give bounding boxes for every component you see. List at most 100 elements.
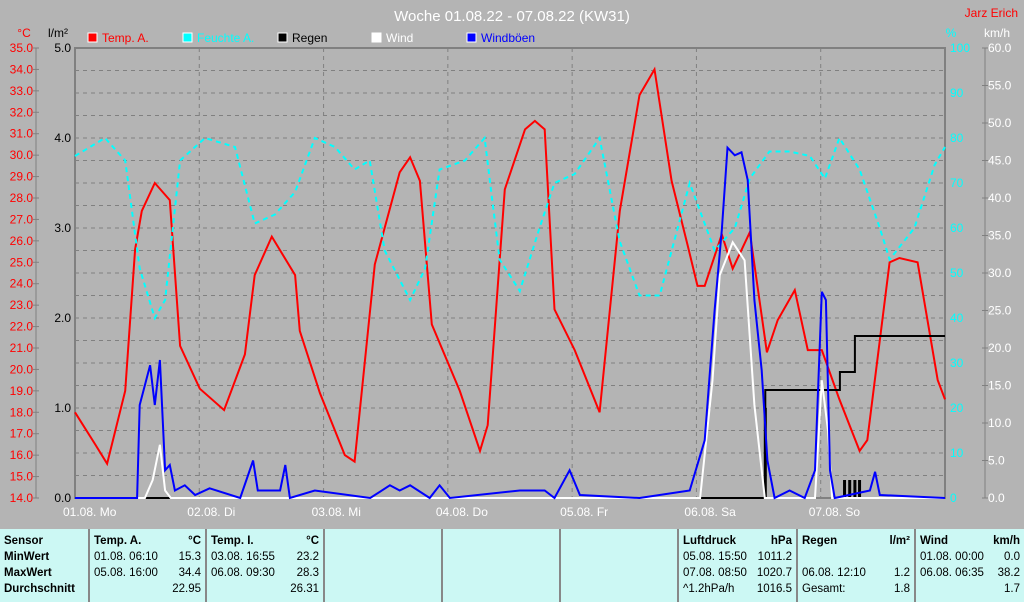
temp-tick-label: 18.0 (10, 405, 34, 419)
temp-tick-label: 30.0 (10, 148, 34, 162)
wind-tick-label: 40.0 (988, 191, 1012, 205)
pressure-unit: hPa (770, 535, 792, 547)
empty-column (323, 529, 441, 602)
wind-tick-label: 35.0 (988, 229, 1012, 243)
wind-tick-label: 30.0 (988, 266, 1012, 280)
pressure-trend: ^1.2hPa/h (683, 583, 735, 595)
humidity-tick-label: 50 (950, 266, 964, 280)
rain-tick-label: 5.0 (54, 41, 71, 55)
rain-tick-label: 4.0 (54, 131, 71, 145)
chart-title: Woche 01.08.22 - 07.08.22 (KW31) (394, 8, 630, 25)
temp-tick-label: 34.0 (10, 62, 34, 76)
x-tick-label: 06.08. Sa (684, 505, 736, 519)
pressure-avg: 1016.5 (756, 583, 792, 595)
temp-i-min-time: 03.08. 16:55 (211, 551, 275, 563)
wind-unit: km/h (993, 535, 1020, 547)
legend-swatch (87, 32, 98, 43)
rain-total-label: Gesamt: (802, 583, 846, 595)
temp-i-min: 23.2 (296, 551, 319, 563)
humidity-tick-label: 80 (950, 131, 964, 145)
wind-tick-label: 5.0 (988, 454, 1005, 468)
wind-tick-label: 15.0 (988, 379, 1012, 393)
humidity-axis-label: % (946, 26, 957, 40)
temp-a-min-time: 01.08. 06:10 (94, 551, 158, 563)
wind-min-time: 01.08. 00:00 (920, 551, 984, 563)
wind-tick-label: 20.0 (988, 341, 1012, 355)
legend-swatch (277, 32, 288, 43)
temp-i-max: 28.3 (296, 567, 319, 579)
temp-tick-label: 15.0 (10, 470, 34, 484)
rain-total: 1.8 (894, 583, 910, 595)
temp-tick-label: 28.0 (10, 191, 34, 205)
rain-column: Regen l/m² 06.08. 12:10 1.2 Gesamt: 1.8 (796, 529, 914, 602)
temp-a-header: Temp. A. (94, 535, 142, 547)
pressure-min: 1011.2 (757, 551, 792, 563)
x-tick-label: 04.08. Do (436, 505, 488, 519)
pressure-max-time: 07.08. 08:50 (683, 567, 747, 579)
max-label: MaxWert (4, 567, 52, 579)
legend-label: Windböen (481, 31, 535, 45)
temp-a-max: 34.4 (178, 567, 201, 579)
temp-i-max-time: 06.08. 09:30 (211, 567, 275, 579)
temp-a-unit: °C (188, 535, 201, 547)
temp-tick-label: 33.0 (10, 84, 34, 98)
pressure-header: Luftdruck (683, 535, 737, 547)
empty-column (441, 529, 559, 602)
temp-i-unit: °C (306, 535, 319, 547)
sensor-column: Sensor MinWert MaxWert Durchschnitt (0, 529, 88, 602)
temp-a-min: 15.3 (178, 551, 201, 563)
humidity-tick-label: 70 (950, 176, 964, 190)
sensor-header: Sensor (4, 535, 43, 547)
wind-axis-label: km/h (984, 26, 1010, 40)
temp-i-column: Temp. I. °C 03.08. 16:55 23.2 06.08. 09:30… (205, 529, 323, 602)
wind-tick-label: 0.0 (988, 491, 1005, 505)
avg-label: Durchschnitt (4, 583, 75, 595)
rain-tick-label: 0.0 (54, 491, 71, 505)
pressure-column: Luftdruck hPa 05.08. 15:50 1011.2 07.08. 0… (677, 529, 796, 602)
wind-max-time: 06.08. 06:35 (920, 567, 984, 579)
humidity-tick-label: 10 (950, 446, 964, 460)
temp-tick-label: 16.0 (10, 448, 34, 462)
temp-i-header: Temp. I. (211, 535, 254, 547)
humidity-tick-label: 20 (950, 401, 964, 415)
wind-tick-label: 50.0 (988, 116, 1012, 130)
temp-tick-label: 31.0 (10, 127, 34, 141)
wind-min: 0.0 (1004, 551, 1020, 563)
rain-max-time: 06.08. 12:10 (802, 567, 866, 579)
x-tick-label: 05.08. Fr (560, 505, 608, 519)
wind-tick-label: 25.0 (988, 304, 1012, 318)
humidity-tick-label: 0 (950, 491, 957, 505)
rain-tick-label: 2.0 (54, 311, 71, 325)
rain-max: 1.2 (894, 567, 910, 579)
temp-tick-label: 17.0 (10, 427, 34, 441)
pressure-max: 1020.7 (756, 567, 792, 579)
series-line-temp-a (74, 66, 946, 467)
humidity-tick-label: 60 (950, 221, 964, 235)
legend-label: Regen (292, 31, 327, 45)
humidity-tick-label: 100 (950, 41, 970, 55)
rain-tick-label: 1.0 (54, 401, 71, 415)
x-tick-label: 03.08. Mi (312, 505, 361, 519)
temp-tick-label: 20.0 (10, 362, 34, 376)
temp-tick-label: 21.0 (10, 341, 34, 355)
series-line-windböen (75, 145, 946, 500)
temp-tick-label: 24.0 (10, 277, 34, 291)
temp-tick-label: 26.0 (10, 234, 34, 248)
wind-column: Wind km/h 01.08. 00:00 0.0 06.08. 06:35 38.… (914, 529, 1024, 602)
humidity-tick-label: 30 (950, 356, 964, 370)
temp-a-avg: 22.95 (172, 583, 201, 595)
wind-avg: 1.7 (1004, 583, 1020, 595)
humidity-tick-label: 90 (950, 86, 964, 100)
temp-axis-label: °C (17, 26, 31, 40)
temp-tick-label: 23.0 (10, 298, 34, 312)
wind-header: Wind (920, 535, 948, 547)
min-label: MinWert (4, 551, 50, 563)
legend-swatch (371, 32, 382, 43)
temp-tick-label: 29.0 (10, 170, 34, 184)
x-tick-label: 02.08. Di (187, 505, 235, 519)
temp-tick-label: 32.0 (10, 105, 34, 119)
legend-label: Wind (386, 31, 413, 45)
wind-tick-label: 45.0 (988, 154, 1012, 168)
wind-tick-label: 10.0 (988, 416, 1012, 430)
legend-swatch (182, 32, 193, 43)
